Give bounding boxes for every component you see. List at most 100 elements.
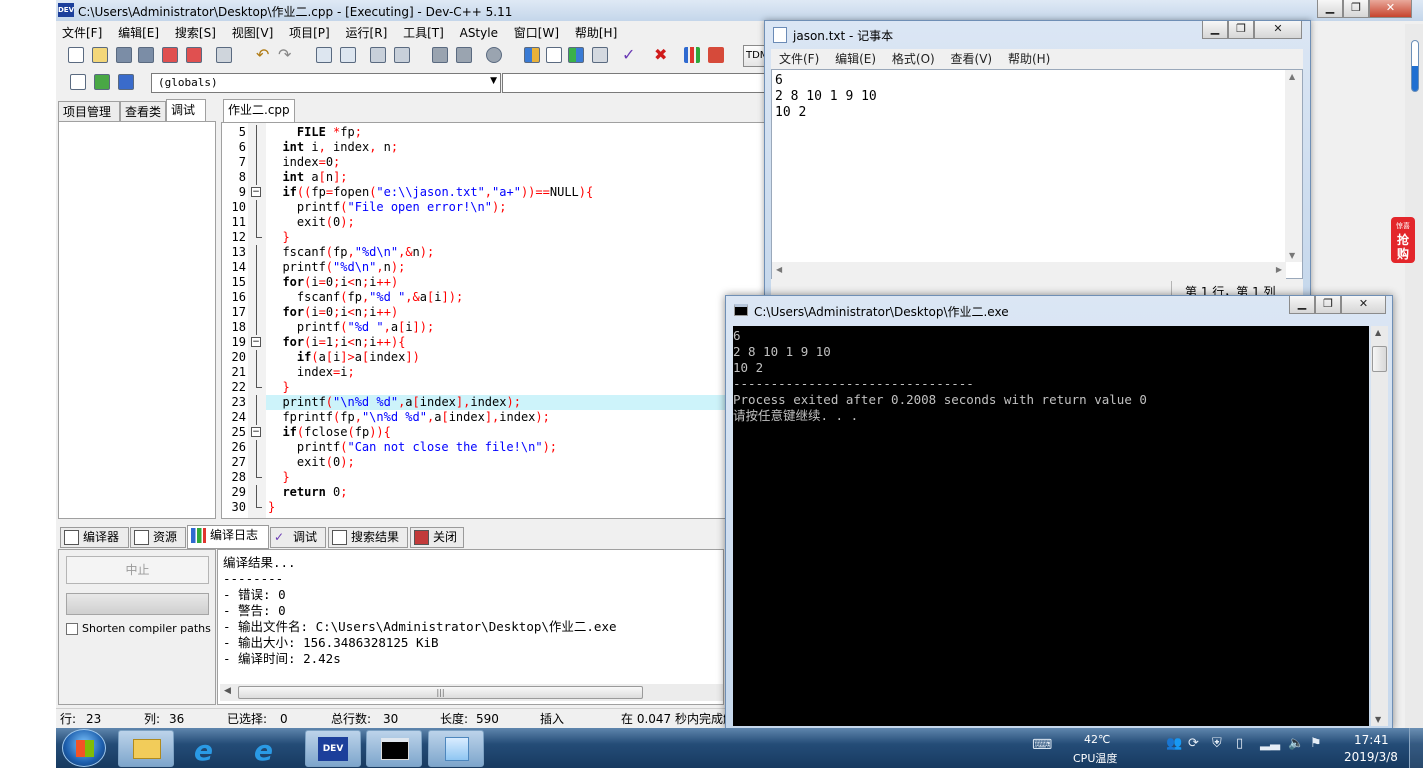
code-line[interactable]: for(i=0;i<n;i++) <box>268 305 765 320</box>
indent-icon[interactable] <box>456 47 472 63</box>
device-icon[interactable]: ▯ <box>1236 736 1243 751</box>
code-line[interactable]: printf("File open error!\n"); <box>268 200 765 215</box>
menu-run[interactable]: 运行[R] <box>346 26 388 40</box>
notepad-menu-file[interactable]: 文件(F) <box>779 52 819 66</box>
tab-class-browser[interactable]: 查看类 <box>120 101 166 123</box>
code-editor[interactable]: 5 6 7 8 9 10 11 12 13 14 15 16 17 18 19 20 21 22 23 24 25 26 2… <box>221 122 766 519</box>
start-button[interactable] <box>62 729 106 767</box>
tab-debug-output[interactable]: ✓ 调试 <box>270 527 326 548</box>
code-line[interactable]: } <box>268 470 765 485</box>
code-line[interactable]: } <box>268 500 765 515</box>
scroll-up-icon[interactable]: ▲ <box>1289 72 1295 81</box>
scroll-down-icon[interactable]: ▼ <box>1289 251 1295 260</box>
code-line[interactable]: if(fclose(fp)){ <box>268 425 765 440</box>
save-icon[interactable] <box>116 47 132 63</box>
code-line[interactable]: } <box>268 230 765 245</box>
menu-file[interactable]: 文件[F] <box>62 26 102 40</box>
unindent-icon[interactable] <box>432 47 448 63</box>
devcpp-maximize-button[interactable]: ❐ <box>1343 0 1369 18</box>
notepad-vertical-scrollbar[interactable]: ▲ ▼ <box>1285 70 1302 262</box>
clock-date[interactable]: 2019/3/8 <box>1344 750 1398 764</box>
code-line[interactable]: index=0; <box>268 155 765 170</box>
network-icon[interactable]: ▂▃ <box>1260 736 1280 751</box>
code-line[interactable]: return 0; <box>268 485 765 500</box>
code-line[interactable]: for(i=0;i<n;i++) <box>268 275 765 290</box>
code-line[interactable]: FILE *fp; <box>268 125 765 140</box>
notepad-menu-view[interactable]: 查看(V) <box>951 52 993 66</box>
code-line[interactable]: printf("Can not close the file!\n"); <box>268 440 765 455</box>
devcpp-close-button[interactable]: ✕ <box>1369 0 1412 18</box>
undo-icon[interactable]: ↶ <box>256 47 272 63</box>
shorten-paths-checkbox[interactable] <box>66 623 78 635</box>
tab-compiler[interactable]: 编译器 <box>60 527 129 548</box>
notepad-maximize-button[interactable]: ❐ <box>1228 21 1254 39</box>
code-line[interactable]: for(i=1;i<n;i++){ <box>268 335 765 350</box>
close-all-icon[interactable] <box>186 47 202 63</box>
menu-window[interactable]: 窗口[W] <box>514 26 559 40</box>
notepad-text-area[interactable]: 62 8 10 1 9 10 10 2 ▲ ▼ ◀ ▶ <box>771 69 1303 279</box>
scroll-thumb[interactable]: ||| <box>238 686 643 699</box>
tab-project-manager[interactable]: 项目管理 <box>58 101 120 123</box>
function-combo[interactable] <box>502 73 767 93</box>
notepad-menu-help[interactable]: 帮助(H) <box>1008 52 1050 66</box>
insert-icon[interactable] <box>70 74 86 90</box>
print-icon[interactable] <box>216 47 232 63</box>
action-center-icon[interactable]: ⚑ <box>1310 736 1322 751</box>
tab-search-results[interactable]: 搜索结果 <box>328 527 408 548</box>
chart-icon[interactable] <box>684 47 700 63</box>
volume-icon[interactable]: 🔈 <box>1288 736 1304 751</box>
code-line[interactable]: fscanf(fp,"%d ",&a[i]); <box>268 290 765 305</box>
bookmark-icon[interactable] <box>394 47 410 63</box>
console-output-area[interactable]: 62 8 10 1 9 10 10 2 ----------------------… <box>733 326 1369 726</box>
taskbar-explorer[interactable] <box>118 730 174 767</box>
menu-edit[interactable]: 编辑[E] <box>118 26 159 40</box>
code-line[interactable]: int i, index, n; <box>268 140 765 155</box>
code-line[interactable]: printf("%d\n",n); <box>268 260 765 275</box>
tab-close[interactable]: 关闭 <box>410 527 464 548</box>
open-file-icon[interactable] <box>92 47 108 63</box>
scroll-right-icon[interactable]: ▶ <box>1276 265 1282 274</box>
promo-badge[interactable]: 惊喜 抢 购 <box>1391 217 1415 263</box>
compile-run-icon[interactable] <box>568 47 584 63</box>
scroll-down-icon[interactable]: ▼ <box>1375 715 1381 724</box>
new-file-icon[interactable] <box>68 47 84 63</box>
notepad-close-button[interactable]: ✕ <box>1254 21 1302 39</box>
compile-icon[interactable] <box>524 47 540 63</box>
fold-toggle-icon[interactable]: − <box>251 187 261 197</box>
taskbar-notepad[interactable] <box>428 730 484 767</box>
console-minimize-button[interactable]: ▁ <box>1289 296 1315 314</box>
code-line[interactable]: if((fp=fopen("e:\\jason.txt","a+"))==NUL… <box>268 185 765 200</box>
redo-icon[interactable]: ↷ <box>278 47 294 63</box>
close-file-icon[interactable] <box>162 47 178 63</box>
menu-tools[interactable]: 工具[T] <box>403 26 444 40</box>
console-vertical-scrollbar[interactable]: ▲ ▼ <box>1371 326 1388 726</box>
goto-line-icon[interactable] <box>370 47 386 63</box>
fold-toggle-icon[interactable]: − <box>251 427 261 437</box>
console-maximize-button[interactable]: ❐ <box>1315 296 1341 314</box>
menu-view[interactable]: 视图[V] <box>232 26 274 40</box>
taskbar-ie-1[interactable]: e <box>180 730 236 767</box>
save-all-icon[interactable] <box>138 47 154 63</box>
code-line[interactable]: printf("%d ",a[i]); <box>268 320 765 335</box>
menu-help[interactable]: 帮助[H] <box>575 26 617 40</box>
menu-project[interactable]: 项目[P] <box>289 26 330 40</box>
syntax-check-icon[interactable]: ✓ <box>622 47 638 63</box>
notepad-menu-edit[interactable]: 编辑(E) <box>835 52 876 66</box>
profile-delete-icon[interactable] <box>708 47 724 63</box>
taskbar-devcpp[interactable]: DEV <box>305 730 361 767</box>
code-line[interactable]: fscanf(fp,"%d\n",&n); <box>268 245 765 260</box>
tab-debug[interactable]: 调试 <box>166 99 206 122</box>
code-line[interactable]: fprintf(fp,"\n%d %d",a[index],index); <box>268 410 765 425</box>
scroll-up-icon[interactable]: ▲ <box>1375 328 1381 337</box>
find-icon[interactable] <box>316 47 332 63</box>
notepad-horizontal-scrollbar[interactable]: ◀ ▶ <box>772 262 1286 279</box>
scroll-left-icon[interactable]: ◀ <box>224 686 231 696</box>
code-line[interactable]: if(a[i]>a[index]) <box>268 350 765 365</box>
menu-astyle[interactable]: AStyle <box>460 26 498 40</box>
code-line[interactable]: int a[n]; <box>268 170 765 185</box>
code-line[interactable]: printf("\n%d %d",a[index],index); <box>268 395 765 410</box>
scroll-left-icon[interactable]: ◀ <box>776 265 782 274</box>
show-desktop-button[interactable] <box>1409 728 1423 768</box>
tab-compile-log[interactable]: 编译日志 <box>187 525 269 549</box>
rebuild-icon[interactable] <box>592 47 608 63</box>
